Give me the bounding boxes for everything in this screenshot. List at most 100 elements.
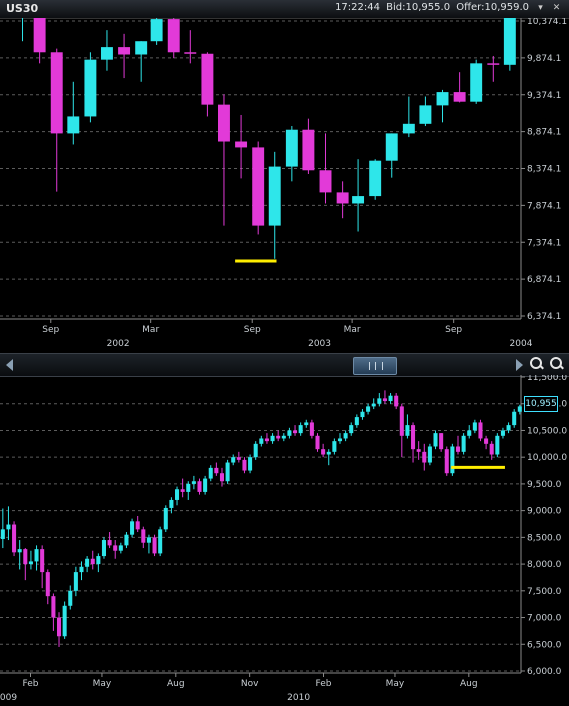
x-tick-label: Nov <box>241 679 259 689</box>
candle-body <box>352 196 365 204</box>
candle-body <box>191 481 196 484</box>
candle-body <box>141 529 146 543</box>
candle-body <box>436 92 449 106</box>
y-tick-label: 10,500.0 <box>527 426 567 436</box>
candle-body <box>517 406 522 412</box>
candle-body <box>470 63 483 102</box>
candle-body <box>304 422 309 426</box>
candle-body <box>455 446 461 452</box>
candle-body <box>478 422 483 439</box>
top-candlestick-chart[interactable]: 10,374.1 9,874.1 9,374.1 8,874.1 8,374.1 7,87… <box>0 18 569 353</box>
candle-body <box>23 549 28 565</box>
y-tick-label: 7,874.1 <box>527 201 561 211</box>
instrument-symbol: US30 <box>6 2 39 15</box>
candle-body <box>500 430 505 436</box>
candle-body <box>180 489 185 492</box>
x-year-label: 2003 <box>308 339 331 349</box>
candle-body <box>231 457 236 463</box>
candle-body <box>461 435 466 452</box>
y-tick-label: 11,500.0 <box>527 375 567 383</box>
candle-body <box>167 19 180 53</box>
candle-body <box>118 545 123 551</box>
candle-body <box>487 63 500 65</box>
candle-body <box>394 395 399 407</box>
y-tick-label: 9,000.0 <box>527 507 562 517</box>
y-tick-label: 7,374.1 <box>527 238 561 248</box>
candle-body <box>411 425 416 450</box>
candle-body <box>73 572 78 591</box>
candle-body <box>472 422 477 431</box>
candle-body <box>416 449 421 452</box>
candle-body <box>382 398 387 402</box>
candle-body <box>79 566 84 573</box>
candle-body <box>388 395 393 402</box>
candle-body <box>150 19 163 42</box>
candle-body <box>385 133 398 161</box>
candle-body <box>17 549 22 553</box>
x-year-label: 2010 <box>287 693 310 703</box>
candle-body <box>135 41 148 55</box>
x-tick-label: Sep <box>445 325 462 335</box>
candle-body <box>124 534 129 546</box>
time-scrollbar[interactable] <box>0 353 569 377</box>
zoom-out-icon[interactable] <box>530 357 544 371</box>
candle-body <box>68 590 73 606</box>
candle-body <box>67 116 80 134</box>
candle-body <box>169 499 174 508</box>
x-tick-label: Sep <box>42 325 59 335</box>
candle-body <box>12 524 17 553</box>
y-tick-label: 7,500.0 <box>527 587 562 597</box>
candle-body <box>427 446 432 463</box>
candle-body <box>506 425 511 431</box>
candle-body <box>309 422 314 436</box>
candle-body <box>402 123 415 134</box>
y-tick-label: 6,374.1 <box>527 312 561 322</box>
candle-body <box>225 462 230 482</box>
quote-time: 17:22:44 <box>335 2 380 13</box>
y-tick-label: 8,500.0 <box>527 533 562 543</box>
candle-body <box>259 438 264 444</box>
candle-body <box>203 478 208 492</box>
scroll-right-icon[interactable] <box>516 359 523 371</box>
candle-body <box>343 433 348 439</box>
candle-body <box>503 18 516 65</box>
candle-body <box>319 170 332 193</box>
y-tick-label: 6,000.0 <box>527 667 562 677</box>
y-tick-label: 9,374.1 <box>527 91 561 101</box>
close-icon[interactable]: ✕ <box>550 2 563 14</box>
scroll-thumb[interactable] <box>353 357 397 375</box>
bottom-candlestick-chart[interactable]: 11,500.011,000.010,500.010,000.09,500.09… <box>0 375 569 706</box>
x-tick-label: May <box>386 679 405 689</box>
x-tick-label: Sep <box>244 325 261 335</box>
x-year-label: 2009 <box>0 693 17 703</box>
y-tick-label: 8,374.1 <box>527 165 561 175</box>
scroll-left-icon[interactable] <box>6 359 13 371</box>
candle-body <box>40 549 45 573</box>
candle-body <box>219 473 225 482</box>
candle-body <box>242 459 247 471</box>
x-tick-label: Aug <box>460 679 478 689</box>
candle-body <box>34 549 39 562</box>
minimize-icon[interactable]: ▾ <box>534 2 547 14</box>
candle-body <box>101 540 106 557</box>
candle-body <box>33 18 46 53</box>
candle-body <box>336 192 349 204</box>
candle-body <box>118 47 131 55</box>
candle-body <box>495 435 500 455</box>
candle-body <box>293 430 298 434</box>
candle-body <box>236 457 241 460</box>
candle-body <box>450 446 455 474</box>
candle-body <box>326 451 331 455</box>
candle-body <box>186 483 191 492</box>
candle-body <box>158 529 163 554</box>
candle-body <box>302 129 315 171</box>
y-tick-label: 6,500.0 <box>527 640 562 650</box>
x-tick-label: Mar <box>142 325 159 335</box>
candle-body <box>235 141 248 148</box>
candle-body <box>337 438 343 442</box>
candle-body <box>100 47 113 60</box>
candle-body <box>321 449 326 455</box>
x-year-label: 2002 <box>107 339 130 349</box>
x-tick-label: Mar <box>344 325 361 335</box>
zoom-in-icon[interactable] <box>550 357 564 371</box>
